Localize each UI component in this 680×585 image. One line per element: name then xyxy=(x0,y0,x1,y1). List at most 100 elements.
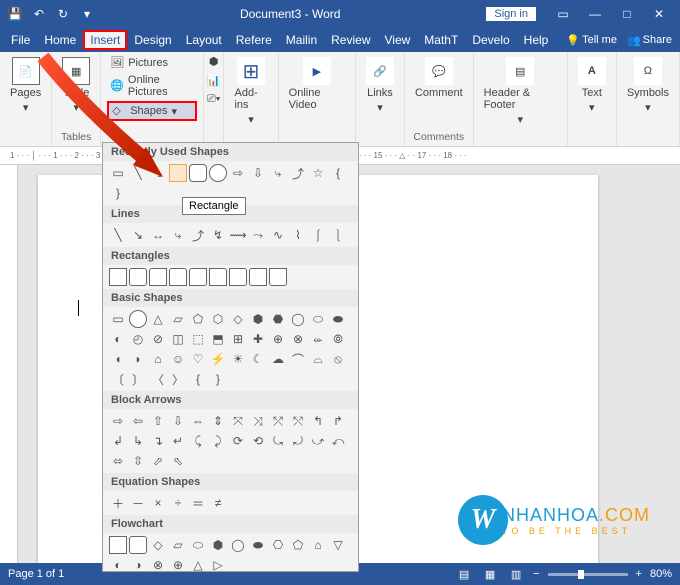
shape-elbow[interactable]: ⤴ xyxy=(289,164,307,182)
tab-view[interactable]: View xyxy=(378,30,418,50)
shape-basic[interactable]: ⦸ xyxy=(329,350,347,368)
close-icon[interactable]: ✕ xyxy=(648,7,670,21)
qat-dropdown-icon[interactable]: ▾ xyxy=(80,7,94,21)
shape-basic[interactable]: ☁ xyxy=(269,350,287,368)
shape-basic[interactable]: ⬬ xyxy=(329,310,347,328)
shape-basic[interactable]: ▱ xyxy=(169,310,187,328)
shape-arrow[interactable]: ⇦ xyxy=(129,412,147,430)
shape-flow[interactable]: ◐ xyxy=(109,556,127,572)
links-button[interactable]: 🔗 Links▾ xyxy=(362,55,398,116)
header-footer-button[interactable]: ▤ Header & Footer▾ xyxy=(480,55,561,128)
shape-rect-5[interactable] xyxy=(189,268,207,286)
zoom-out-icon[interactable]: − xyxy=(533,568,539,580)
shape-line-4[interactable]: ⤷ xyxy=(169,226,187,244)
page-indicator[interactable]: Page 1 of 1 xyxy=(8,568,64,580)
shape-rect-6[interactable] xyxy=(209,268,227,286)
shape-basic[interactable]: ◖ xyxy=(109,350,127,368)
shape-flow[interactable]: ⬬ xyxy=(249,536,267,554)
shape-arrow[interactable]: ↰ xyxy=(309,412,327,430)
vertical-ruler[interactable] xyxy=(0,165,18,563)
shape-right-arrow[interactable]: ⇨ xyxy=(229,164,247,182)
shape-eq[interactable]: ÷ xyxy=(169,494,187,512)
shape-rect-4[interactable] xyxy=(169,268,187,286)
shape-arrow[interactable]: ⇔ xyxy=(189,412,207,430)
tab-review[interactable]: Review xyxy=(324,30,377,50)
addins-button[interactable]: ⊞ Add-ins▾ xyxy=(230,55,271,128)
shape-flow[interactable]: ▷ xyxy=(209,556,227,572)
zoom-level[interactable]: 80% xyxy=(650,568,672,580)
tab-layout[interactable]: Layout xyxy=(179,30,229,50)
shape-line-1[interactable]: ╲ xyxy=(109,226,127,244)
shape-connector[interactable]: ⤷ xyxy=(269,164,287,182)
shape-basic[interactable]: ⬚ xyxy=(189,330,207,348)
shape-basic[interactable]: ⌓ xyxy=(309,350,327,368)
shape-line-11[interactable]: ⎰ xyxy=(309,226,327,244)
web-layout-icon[interactable]: ▥ xyxy=(507,567,525,581)
shape-basic[interactable]: ⊞ xyxy=(229,330,247,348)
shape-line-2[interactable]: ↘ xyxy=(129,226,147,244)
shape-line-7[interactable]: ⟿ xyxy=(229,226,247,244)
shape-basic[interactable]: ☺ xyxy=(169,350,187,368)
tab-references[interactable]: Refere xyxy=(229,30,279,50)
shape-arrow[interactable]: ⤱ xyxy=(269,412,287,430)
save-icon[interactable]: 💾 xyxy=(8,7,22,21)
tell-me-search[interactable]: 💡 Tell me xyxy=(566,34,617,47)
shape-basic[interactable]: ⬭ xyxy=(309,310,327,328)
shape-oval[interactable] xyxy=(209,164,227,182)
shape-flow[interactable]: ⎔ xyxy=(269,536,287,554)
ribbon-display-icon[interactable]: ▭ xyxy=(552,7,574,21)
shape-basic[interactable]: ▭ xyxy=(109,310,127,328)
smartart-icon[interactable]: ⬢ xyxy=(209,55,219,68)
shape-basic[interactable]: 〈 xyxy=(149,370,167,388)
shape-basic[interactable] xyxy=(129,310,147,328)
shape-rect-9[interactable] xyxy=(269,268,287,286)
shape-basic[interactable]: 〉 xyxy=(169,370,187,388)
online-video-button[interactable]: ▶ Online Video xyxy=(285,55,349,113)
shape-flow[interactable]: △ xyxy=(189,556,207,572)
shape-line-5[interactable]: ⤴ xyxy=(189,226,207,244)
shape-arrow[interactable]: ⤨ xyxy=(249,412,267,430)
shape-basic[interactable]: ⊕ xyxy=(269,330,287,348)
shape-arrow[interactable]: ↲ xyxy=(109,432,127,450)
shape-basic[interactable]: ⚡ xyxy=(209,350,227,368)
shape-basic[interactable]: ◴ xyxy=(129,330,147,348)
shape-flow[interactable]: ⌂ xyxy=(309,536,327,554)
shape-basic[interactable]: ⬡ xyxy=(209,310,227,328)
shape-line-3[interactable]: ↔ xyxy=(149,226,167,244)
shape-flow[interactable]: ⬭ xyxy=(189,536,207,554)
shape-arrow[interactable]: ⤸ xyxy=(209,432,227,450)
shape-basic[interactable]: ⬣ xyxy=(269,310,287,328)
shape-arrow[interactable]: ⬁ xyxy=(169,452,187,470)
shape-line-6[interactable]: ↯ xyxy=(209,226,227,244)
shape-arrow[interactable]: ⇧ xyxy=(149,412,167,430)
shape-line-9[interactable]: ∿ xyxy=(269,226,287,244)
shape-flow[interactable]: ◯ xyxy=(229,536,247,554)
shape-basic[interactable]: ⌒ xyxy=(289,350,307,368)
shape-arrow[interactable]: ⇳ xyxy=(129,452,147,470)
shape-arrow[interactable]: ↳ xyxy=(129,432,147,450)
shape-flow[interactable]: ⊗ xyxy=(149,556,167,572)
shape-arrow[interactable]: ⤲ xyxy=(289,412,307,430)
tab-math[interactable]: MathT xyxy=(417,30,465,50)
text-button[interactable]: A Text▾ xyxy=(574,55,610,116)
shape-basic[interactable]: ◯ xyxy=(289,310,307,328)
minimize-icon[interactable]: — xyxy=(584,7,606,21)
shape-arrow[interactable]: ↴ xyxy=(149,432,167,450)
shape-eq[interactable]: ＋ xyxy=(109,494,127,512)
symbols-button[interactable]: Ω Symbols▾ xyxy=(623,55,673,116)
shape-basic[interactable]: △ xyxy=(149,310,167,328)
shape-flow[interactable]: ⊕ xyxy=(169,556,187,572)
tab-developer[interactable]: Develo xyxy=(465,30,516,50)
shape-basic[interactable]: ⬒ xyxy=(209,330,227,348)
shape-eq[interactable]: × xyxy=(149,494,167,512)
shape-arrow[interactable]: ⤺ xyxy=(329,432,347,450)
tab-mailings[interactable]: Mailin xyxy=(279,30,324,50)
shape-basic[interactable]: 〔 xyxy=(109,370,127,388)
tab-help[interactable]: Help xyxy=(517,30,556,50)
sign-in-button[interactable]: Sign in xyxy=(486,7,536,21)
shape-rect-3[interactable] xyxy=(149,268,167,286)
zoom-slider[interactable] xyxy=(548,573,628,576)
shape-flow[interactable]: ◑ xyxy=(129,556,147,572)
shape-arrow[interactable]: ⤻ xyxy=(309,432,327,450)
shape-arrow[interactable]: ↱ xyxy=(329,412,347,430)
